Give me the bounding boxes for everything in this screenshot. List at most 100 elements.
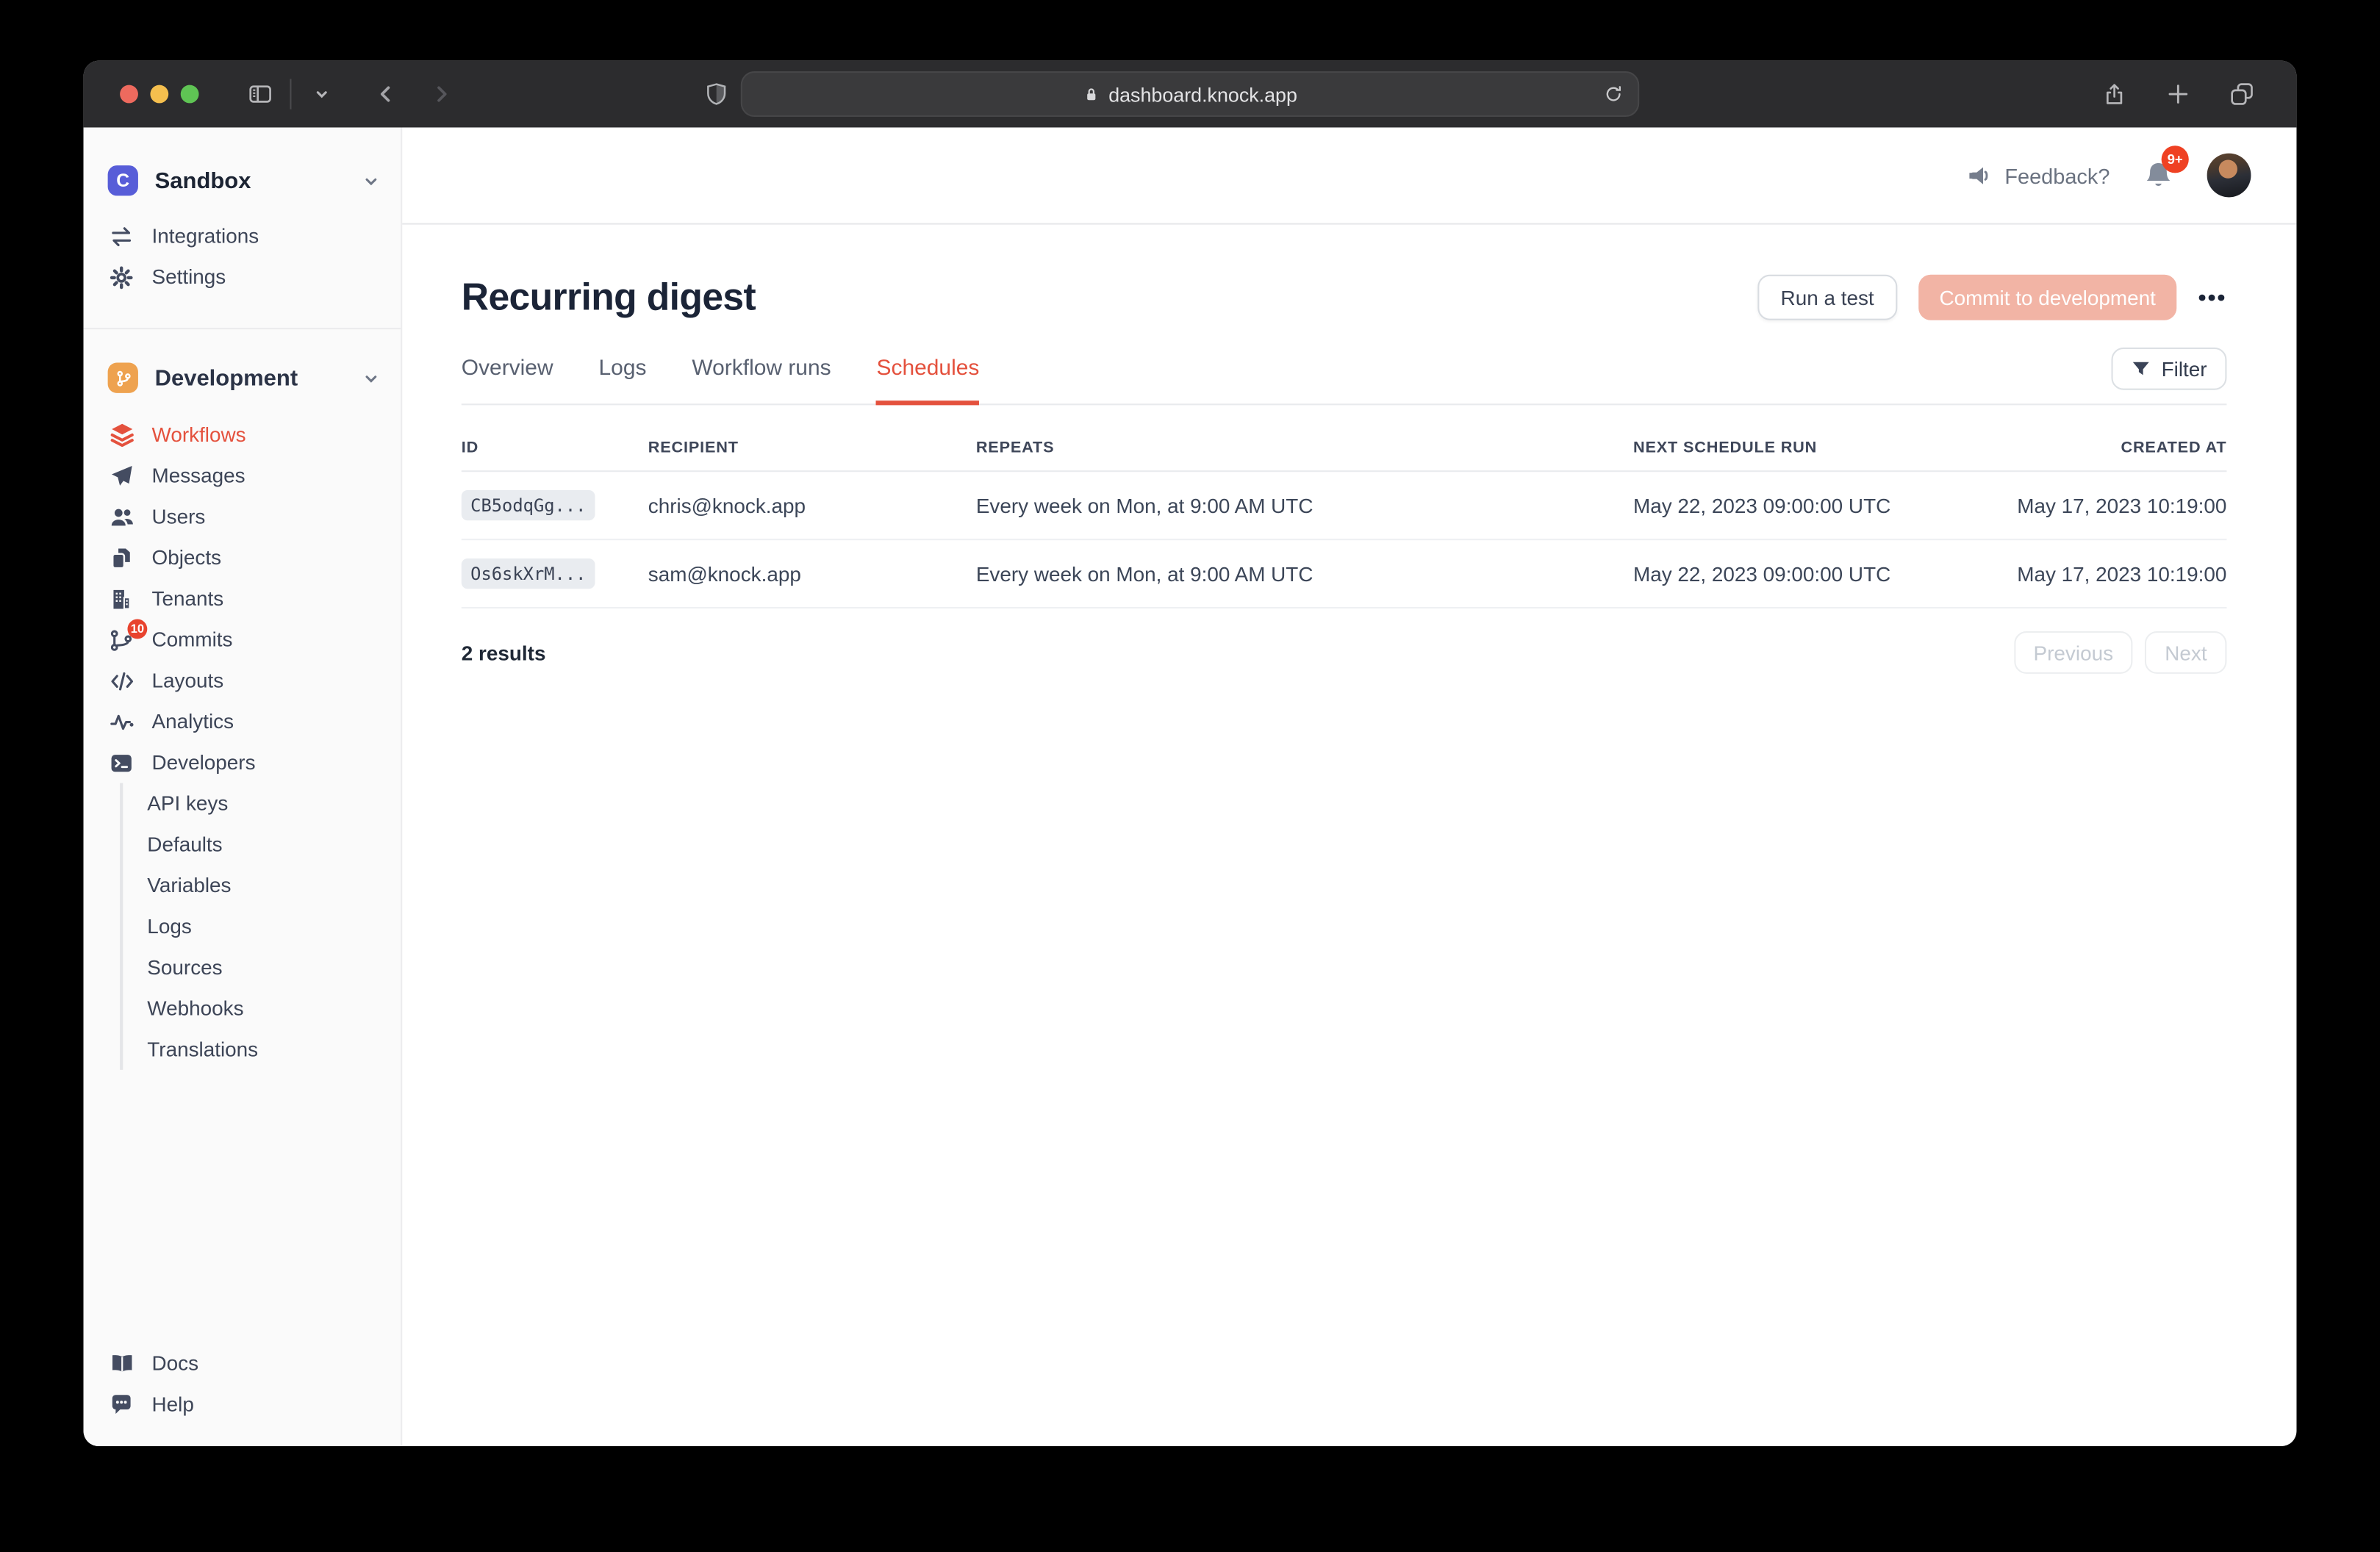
url-text: dashboard.knock.app — [1108, 83, 1297, 106]
created-at-cell: May 17, 2023 10:19:00 — [2017, 494, 2226, 517]
environment-icon — [108, 363, 138, 393]
sidebar-item-integrations[interactable]: Integrations — [84, 215, 401, 256]
book-icon — [108, 1351, 135, 1376]
column-header-id: ID — [462, 439, 648, 457]
close-window-button[interactable] — [120, 85, 138, 104]
sidebar-menu-chevron-icon[interactable] — [301, 73, 343, 115]
workflows-icon — [108, 422, 135, 448]
git-branch-icon: 10 — [108, 628, 135, 652]
users-icon — [108, 505, 135, 529]
zoom-window-button[interactable] — [181, 85, 199, 104]
table-row[interactable]: Os6skXrM... sam@knock.app Every week on … — [462, 540, 2227, 608]
previous-page-button[interactable]: Previous — [2014, 631, 2133, 674]
gear-icon — [108, 265, 135, 289]
sidebar-item-commits[interactable]: 10 Commits — [84, 619, 401, 661]
sidebar-item-sources[interactable]: Sources — [147, 947, 401, 988]
account-switcher[interactable]: C Sandbox — [84, 159, 401, 202]
sidebar-item-analytics[interactable]: Analytics — [84, 701, 401, 742]
column-header-created-at: CREATED AT — [2121, 439, 2226, 457]
titlebar-divider — [290, 79, 291, 109]
sidebar-item-api-keys[interactable]: API keys — [147, 783, 401, 824]
commits-badge: 10 — [127, 619, 147, 639]
chevron-down-icon — [361, 368, 381, 388]
notifications-badge: 9+ — [2162, 146, 2189, 173]
tab-overview[interactable]: Overview — [462, 356, 553, 403]
feedback-button[interactable]: Feedback? — [1967, 163, 2110, 187]
column-header-repeats: REPEATS — [976, 439, 1633, 457]
account-name: Sandbox — [155, 168, 251, 193]
screen: dashboard.knock.app — [0, 0, 2380, 1552]
developers-subnav: API keys Defaults Variables Logs Sources… — [120, 783, 401, 1070]
notifications-button[interactable]: 9+ — [2143, 159, 2173, 191]
code-brackets-icon — [108, 669, 135, 693]
tab-overview-icon[interactable] — [2221, 73, 2263, 115]
megaphone-icon — [1967, 163, 1993, 187]
sidebar-item-webhooks[interactable]: Webhooks — [147, 988, 401, 1029]
column-header-next-schedule-run: NEXT SCHEDULE RUN — [1633, 439, 2121, 457]
tab-bar: Overview Logs Workflow runs Schedules — [462, 356, 2227, 403]
run-a-test-button[interactable]: Run a test — [1758, 275, 1897, 320]
tab-workflow-runs[interactable]: Workflow runs — [692, 356, 831, 403]
created-at-cell: May 17, 2023 10:19:00 — [2017, 562, 2226, 585]
terminal-icon — [108, 750, 135, 775]
sidebar-item-docs[interactable]: Docs — [84, 1343, 401, 1384]
pulse-icon — [108, 709, 135, 733]
schedule-id: CB5odqGg... — [462, 490, 595, 520]
sidebar-item-logs[interactable]: Logs — [147, 906, 401, 947]
window-controls — [84, 85, 199, 104]
sidebar-item-help[interactable]: Help — [84, 1384, 401, 1425]
schedule-id: Os6skXrM... — [462, 558, 595, 589]
sidebar-toggle-icon[interactable] — [238, 73, 281, 115]
sidebar-item-variables[interactable]: Variables — [147, 865, 401, 906]
sidebar-item-settings[interactable]: Settings — [84, 256, 401, 298]
sidebar-item-objects[interactable]: Objects — [84, 537, 401, 578]
forward-button[interactable] — [419, 73, 462, 115]
sidebar: C Sandbox Integrations — [84, 127, 403, 1446]
reload-icon[interactable] — [1603, 84, 1624, 105]
sidebar-item-defaults[interactable]: Defaults — [147, 824, 401, 865]
avatar[interactable] — [2207, 154, 2251, 198]
minimize-window-button[interactable] — [150, 85, 168, 104]
commit-to-development-button[interactable]: Commit to development — [1918, 275, 2177, 320]
privacy-shield-icon[interactable] — [704, 81, 728, 107]
column-header-recipient: RECIPIENT — [648, 439, 976, 457]
sidebar-item-translations[interactable]: Translations — [147, 1029, 401, 1070]
environment-name: Development — [155, 365, 298, 391]
environment-switcher[interactable]: Development — [84, 356, 401, 399]
sidebar-divider — [84, 328, 401, 329]
filter-icon — [2131, 359, 2151, 378]
tab-schedules[interactable]: Schedules — [877, 356, 980, 405]
tab-logs[interactable]: Logs — [599, 356, 647, 403]
integrations-icon — [108, 224, 135, 248]
address-bar[interactable]: dashboard.knock.app — [741, 71, 1640, 117]
recipient-cell: sam@knock.app — [648, 562, 976, 585]
back-button[interactable] — [365, 73, 407, 115]
sidebar-item-developers[interactable]: Developers — [84, 742, 401, 783]
share-icon[interactable] — [2093, 73, 2136, 115]
sidebar-item-workflows[interactable]: Workflows — [84, 414, 401, 456]
next-run-cell: May 22, 2023 09:00:00 UTC — [1633, 562, 2017, 585]
results-count: 2 results — [462, 641, 546, 664]
objects-icon — [108, 545, 135, 570]
repeats-cell: Every week on Mon, at 9:00 AM UTC — [976, 562, 1633, 585]
more-options-button[interactable]: ••• — [2198, 284, 2227, 310]
building-icon — [108, 586, 135, 611]
table-row[interactable]: CB5odqGg... chris@knock.app Every week o… — [462, 472, 2227, 540]
chat-bubble-icon — [108, 1393, 135, 1417]
chevron-down-icon — [361, 170, 381, 190]
new-tab-icon[interactable] — [2157, 73, 2199, 115]
sidebar-item-tenants[interactable]: Tenants — [84, 578, 401, 619]
sidebar-item-users[interactable]: Users — [84, 496, 401, 537]
browser-titlebar: dashboard.knock.app — [84, 61, 2297, 128]
repeats-cell: Every week on Mon, at 9:00 AM UTC — [976, 494, 1633, 517]
account-icon: C — [108, 165, 138, 195]
browser-window: dashboard.knock.app — [84, 61, 2297, 1446]
lock-icon — [1083, 85, 1101, 104]
next-run-cell: May 22, 2023 09:00:00 UTC — [1633, 494, 2017, 517]
page-title: Recurring digest — [462, 276, 756, 320]
paper-plane-icon — [108, 464, 135, 488]
sidebar-item-messages[interactable]: Messages — [84, 456, 401, 497]
next-page-button[interactable]: Next — [2145, 631, 2226, 674]
filter-button[interactable]: Filter — [2111, 348, 2226, 390]
sidebar-item-layouts[interactable]: Layouts — [84, 660, 401, 701]
